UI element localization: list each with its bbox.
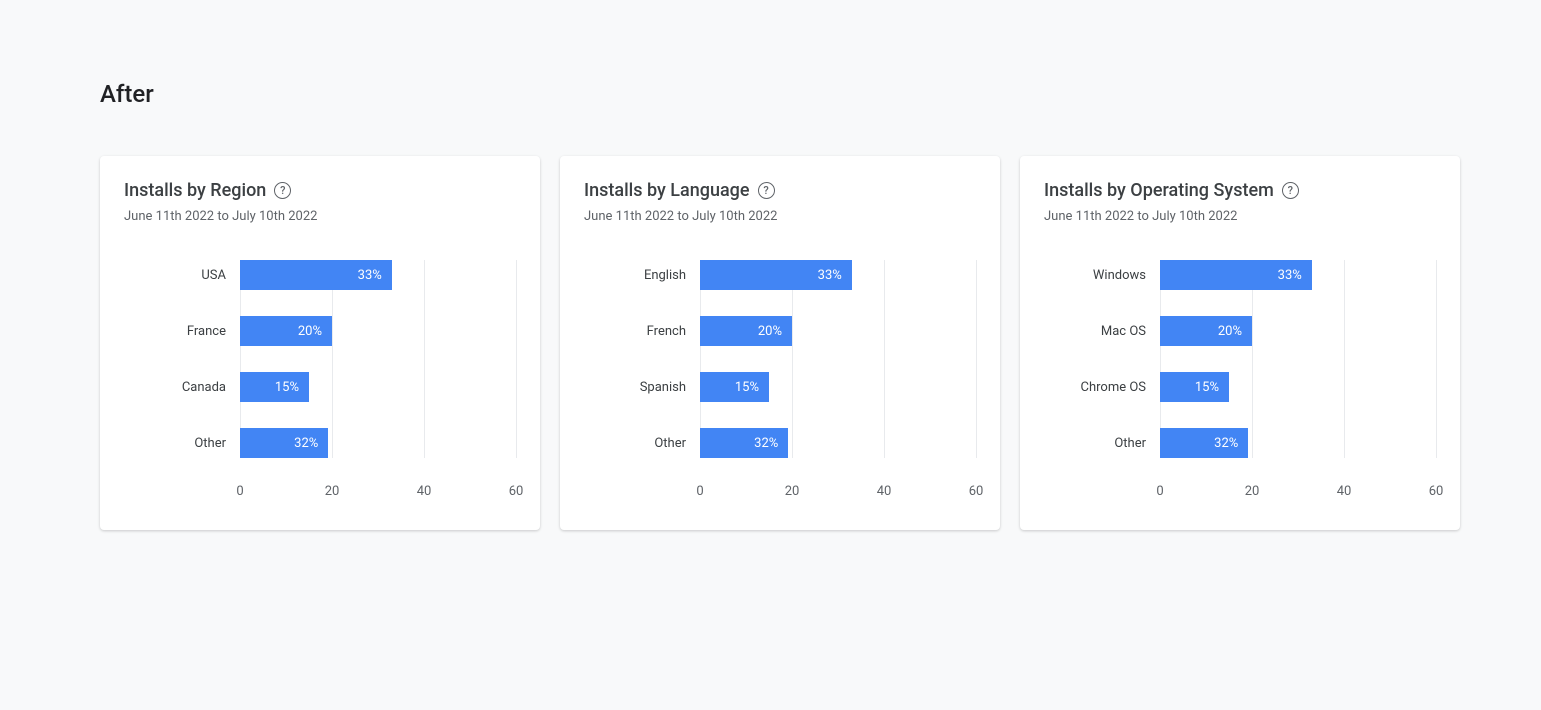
- card-title: Installs by Language: [584, 180, 750, 201]
- bar-row: Other32%: [1044, 428, 1436, 458]
- bar-label: France: [124, 324, 240, 339]
- x-tick: 0: [236, 484, 243, 499]
- bar: 15%: [700, 372, 769, 402]
- chart-area: English33% French20% Spanish15% Other32% 0 2…: [584, 260, 976, 502]
- bar-row: Spanish15%: [584, 372, 976, 402]
- help-icon[interactable]: ?: [1282, 182, 1299, 199]
- bar: 15%: [240, 372, 309, 402]
- bar-label: Canada: [124, 380, 240, 395]
- x-tick: 60: [1429, 484, 1444, 499]
- x-tick: 40: [877, 484, 892, 499]
- card-title: Installs by Region: [124, 180, 266, 201]
- bar-row: Other32%: [124, 428, 516, 458]
- bar: 33%: [1160, 260, 1312, 290]
- chart-body: USA33% France20% Canada15% Other32%: [124, 260, 516, 458]
- chart-area: Windows33%Mac OS20%Chrome OS15%Other32% …: [1044, 260, 1436, 502]
- card-header: Installs by Language ?: [584, 180, 976, 201]
- x-axis: 0204060: [1160, 484, 1436, 502]
- x-tick: 60: [969, 484, 984, 499]
- bar-label: Other: [584, 436, 700, 451]
- bar-label: Spanish: [584, 380, 700, 395]
- bar: 33%: [240, 260, 392, 290]
- chart-body: English33% French20% Spanish15% Other32%: [584, 260, 976, 458]
- bar: 32%: [1160, 428, 1248, 458]
- help-icon[interactable]: ?: [758, 182, 775, 199]
- x-tick: 40: [1337, 484, 1352, 499]
- bar-label: Chrome OS: [1044, 380, 1160, 395]
- x-tick: 40: [417, 484, 432, 499]
- page-title: After: [100, 80, 1441, 108]
- bar-row: Windows33%: [1044, 260, 1436, 290]
- bar: 33%: [700, 260, 852, 290]
- bar: 15%: [1160, 372, 1229, 402]
- card-os: Installs by Operating System ? June 11th…: [1020, 156, 1460, 530]
- card-header: Installs by Operating System ?: [1044, 180, 1436, 201]
- x-axis: 0204060: [700, 484, 976, 502]
- chart-area: USA33%France20%Canada15%Other32% 0204060: [124, 260, 516, 502]
- x-tick: 20: [325, 484, 340, 499]
- bar-row: Other32%: [584, 428, 976, 458]
- card-subtitle: June 11th 2022 to July 10th 2022: [124, 209, 516, 224]
- card-region: Installs by Region ? June 11th 2022 to J…: [100, 156, 540, 530]
- bar: 20%: [240, 316, 332, 346]
- bar: 20%: [700, 316, 792, 346]
- x-tick: 0: [696, 484, 703, 499]
- bar-label: English: [584, 268, 700, 283]
- chart-body: Windows33% Mac OS20% Chrome OS15% Other32%: [1044, 260, 1436, 458]
- bar: 32%: [700, 428, 788, 458]
- bar-row: France20%: [124, 316, 516, 346]
- help-icon[interactable]: ?: [274, 182, 291, 199]
- bar-row: English33%: [584, 260, 976, 290]
- card-subtitle: June 11th 2022 to July 10th 2022: [1044, 209, 1436, 224]
- bar-label: Other: [1044, 436, 1160, 451]
- x-tick: 20: [1245, 484, 1260, 499]
- bar-row: French20%: [584, 316, 976, 346]
- bar-row: Chrome OS15%: [1044, 372, 1436, 402]
- x-tick: 0: [1156, 484, 1163, 499]
- bar-row: Mac OS20%: [1044, 316, 1436, 346]
- bar: 32%: [240, 428, 328, 458]
- bar-label: Mac OS: [1044, 324, 1160, 339]
- bar-row: Canada15%: [124, 372, 516, 402]
- bar-row: USA33%: [124, 260, 516, 290]
- x-axis: 0204060: [240, 484, 516, 502]
- bar-label: French: [584, 324, 700, 339]
- bar-label: Windows: [1044, 268, 1160, 283]
- card-language: Installs by Language ? June 11th 2022 to…: [560, 156, 1000, 530]
- cards-row: Installs by Region ? June 11th 2022 to J…: [100, 156, 1441, 530]
- bar-label: Other: [124, 436, 240, 451]
- x-tick: 60: [509, 484, 524, 499]
- bar-label: USA: [124, 268, 240, 283]
- card-header: Installs by Region ?: [124, 180, 516, 201]
- bar: 20%: [1160, 316, 1252, 346]
- card-subtitle: June 11th 2022 to July 10th 2022: [584, 209, 976, 224]
- x-tick: 20: [785, 484, 800, 499]
- card-title: Installs by Operating System: [1044, 180, 1274, 201]
